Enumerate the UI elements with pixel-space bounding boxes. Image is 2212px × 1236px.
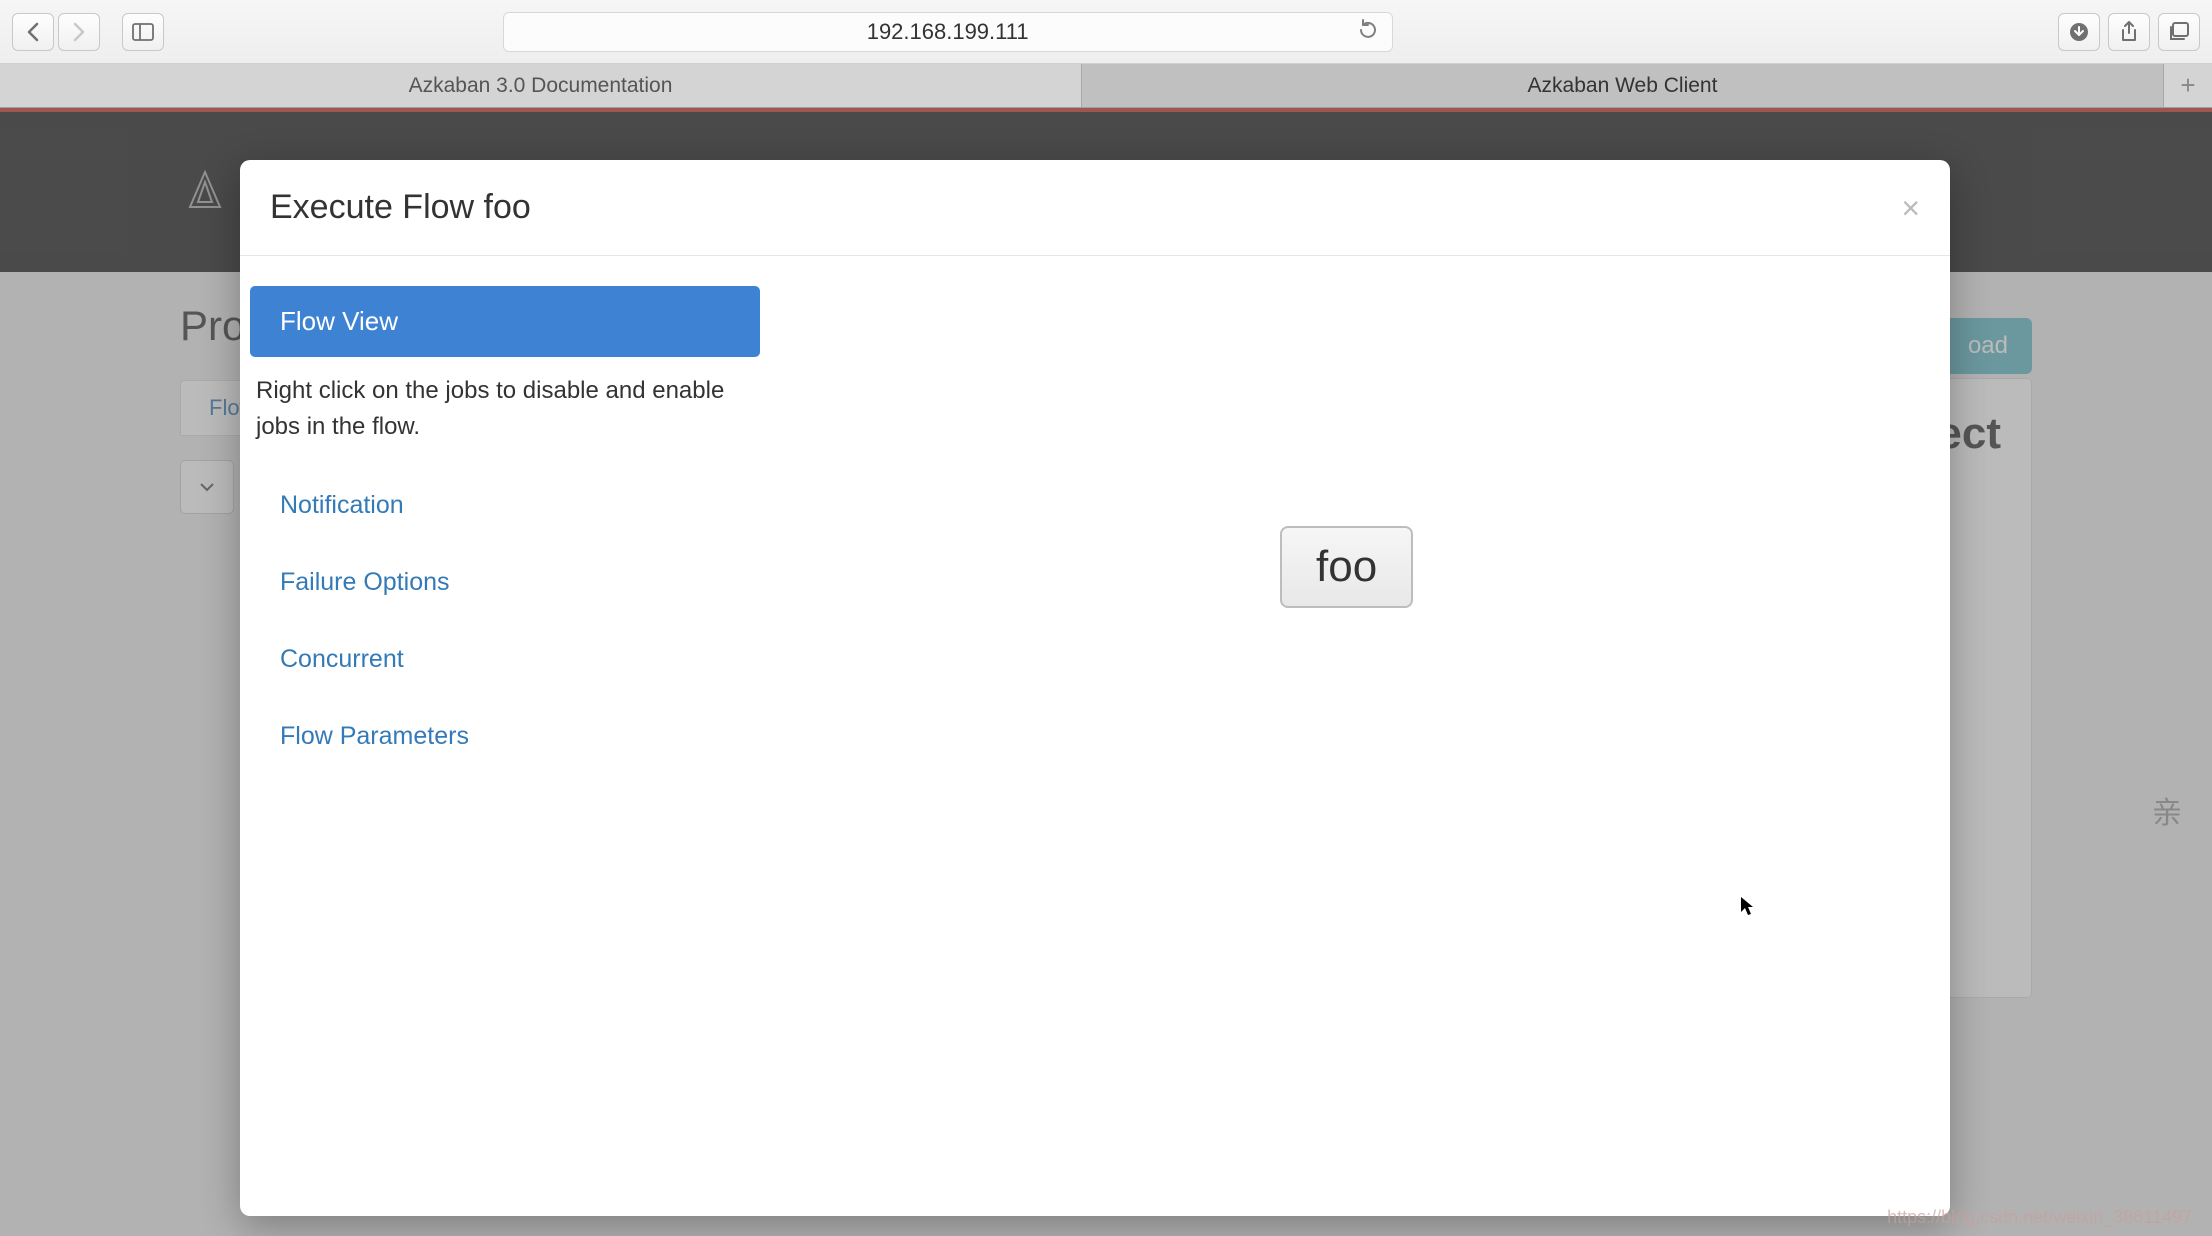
back-button[interactable] — [12, 13, 54, 51]
modal-title: Execute Flow foo — [270, 188, 531, 227]
sidebar-item-label: Notification — [280, 491, 404, 519]
tab-azkaban-docs[interactable]: Azkaban 3.0 Documentation — [0, 64, 1082, 107]
forward-button[interactable] — [58, 13, 100, 51]
job-node-foo[interactable]: foo — [1280, 526, 1413, 608]
tabs-icon — [2168, 22, 2190, 42]
tabs-button[interactable] — [2158, 13, 2200, 51]
download-icon — [2068, 21, 2090, 43]
chevron-right-icon — [71, 22, 87, 42]
sidebar-item-label: Failure Options — [280, 568, 450, 596]
content-wrapper: Pro Flow oad ect Execute Flow foo × Flow… — [0, 108, 2212, 1236]
close-button[interactable]: × — [1901, 192, 1920, 224]
sidebar-item-label: Concurrent — [280, 645, 404, 673]
sidebar-item-flow-parameters[interactable]: Flow Parameters — [250, 706, 760, 767]
sidebar-item-label: Flow Parameters — [280, 722, 469, 750]
tab-label: Azkaban 3.0 Documentation — [409, 74, 673, 98]
sidebar-icon — [132, 23, 154, 41]
cursor-icon — [1740, 896, 1756, 922]
browser-toolbar: 192.168.199.111 — [0, 0, 2212, 64]
url-text: 192.168.199.111 — [867, 19, 1029, 45]
new-tab-button[interactable]: + — [2164, 64, 2212, 107]
job-node-label: foo — [1316, 542, 1377, 591]
tab-azkaban-web-client[interactable]: Azkaban Web Client — [1082, 64, 2164, 107]
watermark-icon: 亲 — [2152, 788, 2182, 832]
address-bar[interactable]: 192.168.199.111 — [503, 12, 1393, 52]
chevron-left-icon — [25, 22, 41, 42]
tab-label: Azkaban Web Client — [1528, 74, 1718, 98]
share-icon — [2120, 21, 2138, 43]
sidebar-item-failure-options[interactable]: Failure Options — [250, 552, 760, 613]
modal-body: Flow View Right click on the jobs to dis… — [240, 256, 1950, 1216]
sidebar-item-notification[interactable]: Notification — [250, 475, 760, 536]
share-button[interactable] — [2108, 13, 2150, 51]
sidebar-toggle-button[interactable] — [122, 13, 164, 51]
downloads-button[interactable] — [2058, 13, 2100, 51]
nav-buttons-group — [12, 13, 100, 51]
watermark-url: https://blog.csdn.net/weixin_38611497 — [1887, 1207, 2192, 1228]
modal-header: Execute Flow foo × — [240, 160, 1950, 256]
execute-flow-modal: Execute Flow foo × Flow View Right click… — [240, 160, 1950, 1216]
right-toolbar-group — [2058, 13, 2200, 51]
sidebar-item-label: Flow View — [280, 306, 398, 336]
sidebar-item-concurrent[interactable]: Concurrent — [250, 629, 760, 690]
tab-bar: Azkaban 3.0 Documentation Azkaban Web Cl… — [0, 64, 2212, 108]
modal-sidebar: Flow View Right click on the jobs to dis… — [240, 256, 780, 1216]
sidebar-item-flow-view[interactable]: Flow View — [250, 286, 760, 357]
reload-icon — [1358, 18, 1378, 40]
reload-button[interactable] — [1358, 18, 1378, 46]
flow-graph-area[interactable]: foo — [780, 256, 1950, 1216]
flow-view-hint: Right click on the jobs to disable and e… — [250, 373, 760, 445]
